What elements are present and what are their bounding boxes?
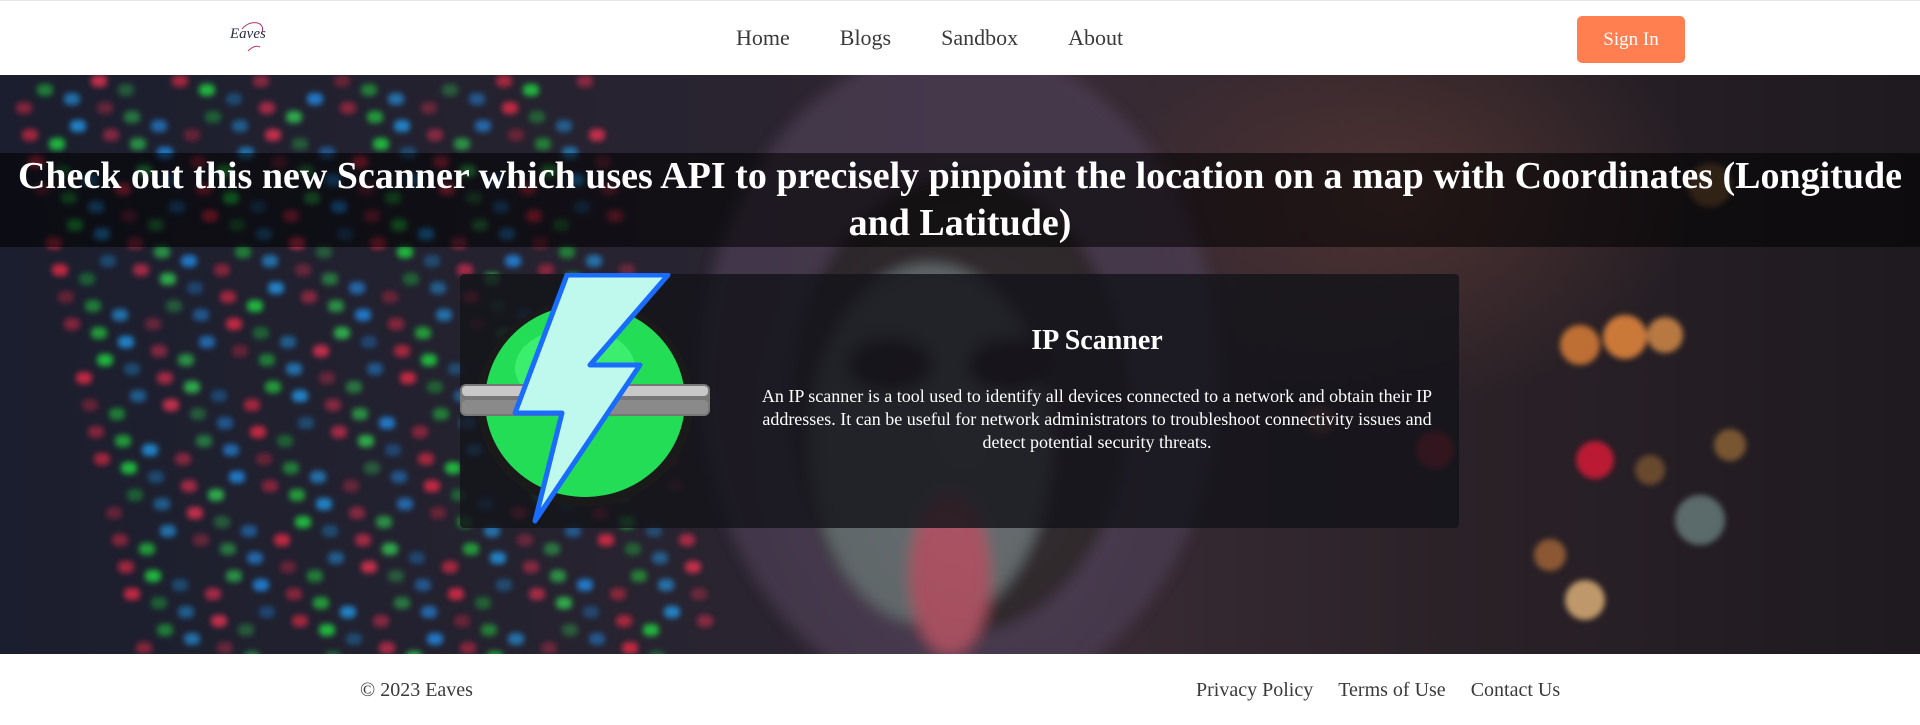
card-description: An IP scanner is a tool used to identify…	[761, 386, 1433, 452]
nav-home[interactable]: Home	[736, 25, 790, 51]
lightning-bolt-icon	[460, 273, 710, 524]
footer-link-privacy-policy[interactable]: Privacy Policy	[1196, 679, 1313, 702]
logo-text: Eaves	[230, 26, 266, 42]
main-nav: Home Blogs Sandbox About	[736, 25, 1123, 51]
logo[interactable]: Eaves	[228, 21, 272, 53]
nav-about[interactable]: About	[1068, 25, 1123, 51]
footer-link-contact-us[interactable]: Contact Us	[1471, 679, 1560, 702]
nav-sandbox[interactable]: Sandbox	[941, 25, 1018, 51]
copyright-text: © 2023 Eaves	[360, 679, 473, 701]
site-footer: © 2023 Eaves Privacy Policy Terms of Use…	[0, 654, 1920, 725]
sign-in-button[interactable]: Sign In	[1577, 16, 1685, 63]
hero-headline: Check out this new Scanner which uses AP…	[17, 155, 1902, 244]
footer-links: Privacy Policy Terms of Use Contact Us	[1196, 679, 1560, 702]
footer-link-terms-of-use[interactable]: Terms of Use	[1338, 679, 1445, 702]
site-header: Eaves Home Blogs Sandbox About Sign In	[0, 0, 1920, 75]
hero-section: Check out this new Scanner which uses AP…	[0, 75, 1920, 654]
card-title: IP Scanner	[1031, 325, 1163, 356]
nav-blogs[interactable]: Blogs	[840, 25, 891, 51]
